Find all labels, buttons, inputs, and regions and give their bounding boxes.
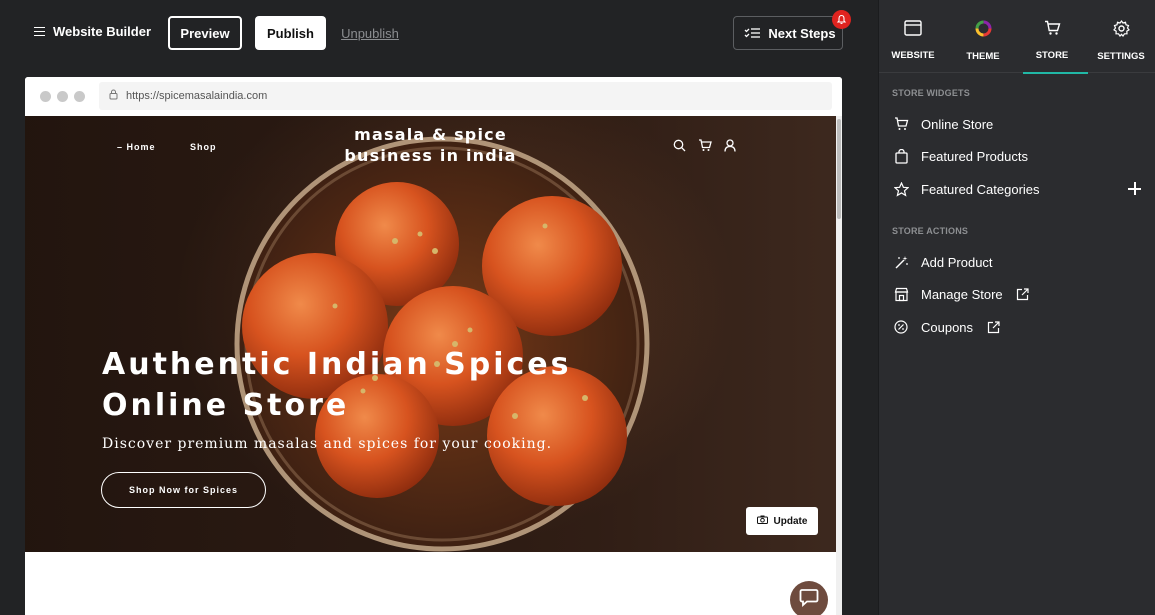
coupon-icon bbox=[893, 319, 909, 335]
main-menu-button[interactable]: Website Builder bbox=[34, 24, 151, 39]
preview-scrollbar-thumb[interactable] bbox=[837, 119, 841, 219]
store-widgets-heading: STORE WIDGETS bbox=[892, 88, 970, 98]
publish-button[interactable]: Publish bbox=[255, 16, 326, 50]
action-manage-store[interactable]: Manage Store bbox=[893, 286, 1031, 302]
lock-icon bbox=[109, 87, 118, 105]
cart-icon bbox=[1044, 20, 1061, 41]
shop-now-button[interactable]: Shop Now for Spices bbox=[101, 472, 266, 508]
cart-icon bbox=[893, 116, 909, 132]
tab-settings[interactable]: SETTINGS bbox=[1087, 0, 1155, 73]
widget-online-store[interactable]: Online Store bbox=[893, 116, 993, 132]
chat-button[interactable] bbox=[790, 581, 828, 615]
action-add-product-label: Add Product bbox=[921, 254, 993, 270]
widget-featured-products-label: Featured Products bbox=[921, 148, 1028, 164]
action-coupons-label: Coupons bbox=[921, 319, 974, 335]
gear-icon bbox=[1112, 20, 1130, 42]
address-bar: https://spicemasalaindia.com bbox=[99, 82, 832, 110]
update-image-button[interactable]: Update bbox=[746, 507, 818, 535]
preview-button[interactable]: Preview bbox=[168, 16, 242, 50]
tab-theme[interactable]: THEME bbox=[949, 0, 1017, 73]
tab-theme-label: THEME bbox=[966, 51, 1000, 62]
checklist-icon bbox=[744, 27, 761, 39]
hamburger-icon bbox=[34, 26, 45, 37]
tab-settings-label: SETTINGS bbox=[1097, 51, 1145, 62]
widget-online-store-label: Online Store bbox=[921, 116, 994, 132]
site-url: https://spicemasalaindia.com bbox=[126, 90, 268, 102]
action-manage-store-label: Manage Store bbox=[921, 286, 1003, 302]
next-steps-label: Next Steps bbox=[768, 25, 836, 41]
action-add-product[interactable]: Add Product bbox=[893, 254, 993, 270]
hero-headline-line2: Online Store bbox=[102, 388, 350, 423]
app-title: Website Builder bbox=[53, 24, 152, 39]
hero-subheadline: Discover premium masalas and spices for … bbox=[102, 436, 553, 452]
top-bar: Website Builder Preview Publish Unpublis… bbox=[0, 0, 878, 68]
notification-bell-icon[interactable] bbox=[832, 10, 851, 29]
browser-bar: https://spicemasalaindia.com bbox=[25, 77, 842, 115]
tab-store-label: STORE bbox=[1035, 50, 1069, 61]
site-nav-shop[interactable]: Shop bbox=[190, 142, 217, 152]
camera-icon bbox=[756, 515, 768, 527]
page-content-below-hero bbox=[25, 552, 836, 615]
shopping-bag-icon bbox=[893, 148, 909, 164]
external-link-icon bbox=[1015, 286, 1031, 302]
site-preview-frame: https://spicemasalaindia.com – Home Shop… bbox=[25, 77, 842, 615]
tab-website[interactable]: WEBSITE bbox=[879, 0, 947, 73]
hero-headline-line1: Authentic Indian Spices bbox=[102, 347, 572, 382]
next-steps-button[interactable]: Next Steps bbox=[733, 16, 843, 50]
site-title-line2: business in india bbox=[344, 146, 517, 165]
widget-featured-categories[interactable]: Featured Categories bbox=[893, 181, 1040, 197]
external-link-icon bbox=[985, 319, 1001, 335]
action-coupons[interactable]: Coupons bbox=[893, 319, 1001, 335]
star-icon bbox=[893, 181, 909, 197]
update-label: Update bbox=[773, 515, 808, 527]
store-actions-heading: STORE ACTIONS bbox=[892, 226, 969, 236]
site-title[interactable]: masala & spice business in india bbox=[343, 124, 518, 166]
storefront-icon bbox=[893, 286, 909, 302]
site-title-line1: masala & spice bbox=[354, 125, 507, 144]
add-widget-plus-icon[interactable] bbox=[1127, 181, 1143, 197]
panel-tabs: WEBSITE THEME STORE SETTINGS bbox=[879, 0, 1155, 74]
tab-website-label: WEBSITE bbox=[891, 50, 935, 61]
widget-featured-categories-label: Featured Categories bbox=[921, 181, 1040, 197]
search-icon[interactable] bbox=[673, 139, 686, 157]
site-nav-home[interactable]: – Home bbox=[117, 142, 156, 152]
cart-icon[interactable] bbox=[698, 139, 712, 157]
color-wheel-icon bbox=[975, 20, 992, 42]
hero-headline: Authentic Indian Spices Online Store bbox=[102, 344, 622, 426]
account-icon[interactable] bbox=[724, 139, 736, 157]
window-dots bbox=[40, 91, 85, 102]
website-builder-app: Website Builder Preview Publish Unpublis… bbox=[0, 0, 1155, 615]
hero-section: – Home Shop masala & spice business in i… bbox=[25, 116, 836, 552]
tab-store[interactable]: STORE bbox=[1018, 0, 1088, 74]
widget-featured-products[interactable]: Featured Products bbox=[893, 148, 1028, 164]
chat-bubble-icon bbox=[799, 588, 819, 612]
unpublish-link[interactable]: Unpublish bbox=[339, 16, 401, 50]
right-panel: WEBSITE THEME STORE SETTINGS STORE WIDGE… bbox=[878, 0, 1155, 615]
magic-wand-icon bbox=[893, 254, 909, 270]
browser-icon bbox=[904, 20, 922, 41]
